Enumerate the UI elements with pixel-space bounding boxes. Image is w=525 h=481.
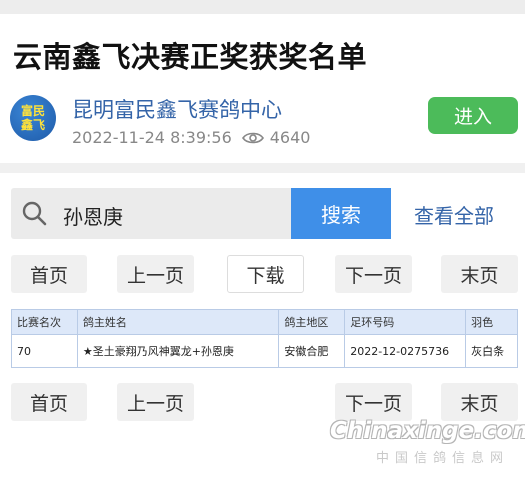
watermark-subtitle: 中国信鸽信息网	[376, 451, 510, 466]
cell-ring-number: 2022-12-0275736	[344, 334, 467, 368]
last-page-button-bottom[interactable]: 末页	[441, 383, 518, 421]
next-page-button[interactable]: 下一页	[335, 255, 412, 293]
avatar-text-line2: 鑫飞	[20, 118, 45, 132]
download-button[interactable]: 下载	[227, 255, 304, 293]
view-all-link[interactable]: 查看全部	[414, 200, 494, 229]
first-page-button-bottom[interactable]: 首页	[11, 383, 87, 421]
publisher-avatar[interactable]: 富民 鑫飞	[10, 95, 56, 141]
search-button[interactable]: 搜索	[291, 188, 391, 239]
table-header-row: 比赛名次 鸽主姓名 鸽主地区 足环号码 羽色	[11, 309, 518, 335]
first-page-button[interactable]: 首页	[11, 255, 87, 293]
watermark-brand: Chinaxinge.com	[330, 418, 525, 444]
cell-owner: ★圣土豪翔乃风神翼龙+孙恩庚	[76, 334, 280, 368]
section-divider	[0, 163, 525, 173]
header-rank: 比赛名次	[11, 309, 78, 335]
cell-region: 安徽合肥	[278, 334, 346, 368]
results-table: 比赛名次 鸽主姓名 鸽主地区 足环号码 羽色 70 ★圣土豪翔乃风神翼龙+孙恩庚…	[11, 309, 518, 368]
search-query-text: 孙恩庚	[63, 205, 123, 229]
header-color: 羽色	[465, 309, 518, 335]
publisher-name[interactable]: 昆明富民鑫飞赛鸽中心	[72, 94, 282, 124]
cell-rank: 70	[11, 334, 78, 368]
eye-icon	[241, 132, 264, 143]
table-row: 70 ★圣土豪翔乃风神翼龙+孙恩庚 安徽合肥 2022-12-0275736 灰…	[11, 334, 518, 368]
search-input[interactable]: 孙恩庚	[11, 188, 292, 239]
avatar-text-line1: 富民	[20, 104, 45, 118]
enter-button[interactable]: 进入	[428, 97, 518, 134]
header-region: 鸽主地区	[278, 309, 346, 335]
view-count: 4640	[269, 128, 311, 147]
header-owner: 鸽主姓名	[76, 309, 280, 335]
prev-page-button[interactable]: 上一页	[117, 255, 194, 293]
cell-color: 灰白条	[465, 334, 518, 368]
last-page-button[interactable]: 末页	[441, 255, 518, 293]
top-status-strip	[0, 0, 525, 14]
header-ring-number: 足环号码	[344, 309, 467, 335]
search-icon	[22, 201, 47, 226]
publish-meta: 2022-11-24 8:39:56 4640	[72, 128, 310, 147]
publish-datetime: 2022-11-24 8:39:56	[72, 128, 232, 147]
next-page-button-bottom[interactable]: 下一页	[335, 383, 412, 421]
prev-page-button-bottom[interactable]: 上一页	[117, 383, 194, 421]
article-title: 云南鑫飞决赛正奖获奖名单	[13, 40, 368, 74]
